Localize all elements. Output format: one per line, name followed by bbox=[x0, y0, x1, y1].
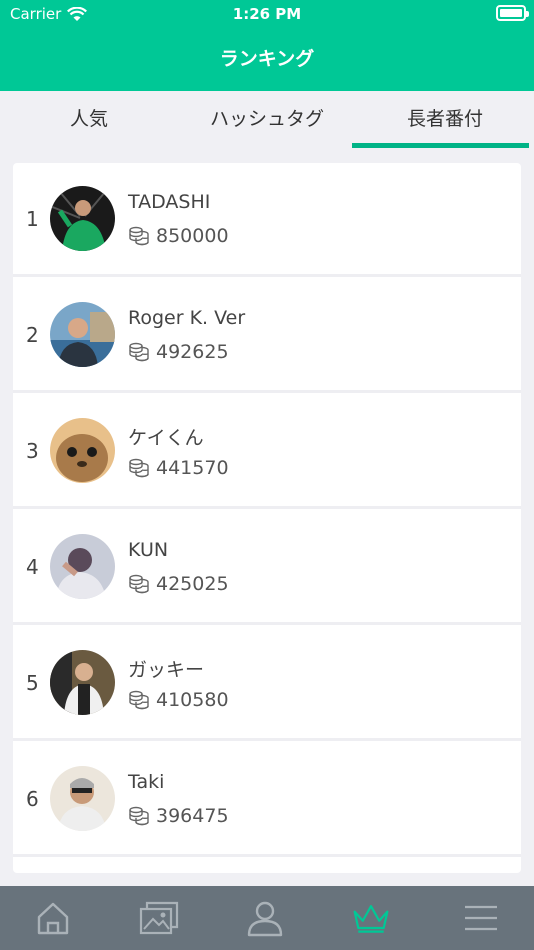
coins-icon bbox=[129, 342, 149, 362]
coin-value: 492625 bbox=[156, 341, 229, 363]
avatar bbox=[50, 534, 115, 599]
coin-count: 396475 bbox=[128, 805, 229, 827]
coin-count: 425025 bbox=[128, 573, 229, 595]
coin-count: 492625 bbox=[128, 341, 229, 363]
tab-hashtag[interactable]: ハッシュタグ bbox=[178, 91, 356, 148]
rank-number: 5 bbox=[26, 671, 39, 695]
crown-icon bbox=[353, 905, 389, 933]
user-name: TADASHI bbox=[128, 191, 211, 213]
coin-value: 425025 bbox=[156, 573, 229, 595]
ranking-list: 1 TADASHI 850000 2 Roger K. Ver 492625 3… bbox=[13, 163, 521, 873]
avatar bbox=[50, 766, 115, 831]
user-name: KUN bbox=[128, 539, 169, 561]
avatar bbox=[50, 186, 115, 251]
coin-count: 441570 bbox=[128, 457, 229, 479]
user-name: ガッキー bbox=[128, 659, 205, 681]
rank-number: 6 bbox=[26, 787, 39, 811]
coins-icon bbox=[129, 690, 149, 710]
user-name: Taki bbox=[128, 771, 165, 793]
coins-icon bbox=[129, 226, 149, 246]
status-bar: Carrier 1:26 PM bbox=[0, 0, 534, 28]
coin-value: 410580 bbox=[156, 689, 229, 711]
tab-ranking[interactable] bbox=[318, 896, 424, 940]
user-name: ケイくん bbox=[128, 427, 204, 449]
tab-rich-list[interactable]: 長者番付 bbox=[356, 91, 534, 148]
page-title: ランキング bbox=[219, 48, 315, 70]
coin-value: 396475 bbox=[156, 805, 229, 827]
rank-number: 1 bbox=[26, 207, 39, 231]
gallery-icon bbox=[139, 901, 179, 935]
rank-number: 4 bbox=[26, 555, 39, 579]
rank-number: 3 bbox=[26, 439, 39, 463]
battery-icon bbox=[496, 5, 529, 21]
ranking-row[interactable]: 4 KUN 425025 bbox=[13, 511, 521, 625]
avatar bbox=[50, 418, 115, 483]
coin-count: 850000 bbox=[128, 225, 229, 247]
avatar bbox=[50, 302, 115, 367]
segment-tabs: 人気 ハッシュタグ 長者番付 bbox=[0, 91, 534, 148]
avatar bbox=[50, 650, 115, 715]
menu-icon bbox=[465, 905, 497, 931]
coin-value: 850000 bbox=[156, 225, 229, 247]
coins-icon bbox=[129, 458, 149, 478]
tab-popular[interactable]: 人気 bbox=[0, 91, 178, 148]
rank-number: 2 bbox=[26, 323, 39, 347]
ranking-row[interactable]: 6 Taki 396475 bbox=[13, 743, 521, 857]
tab-gallery[interactable] bbox=[106, 896, 212, 940]
bottom-tab-bar bbox=[0, 886, 534, 950]
home-icon bbox=[37, 902, 69, 935]
tab-profile[interactable] bbox=[212, 896, 318, 940]
status-time: 1:26 PM bbox=[232, 5, 302, 23]
tab-home[interactable] bbox=[0, 896, 106, 940]
app-header: Carrier 1:26 PM ランキング bbox=[0, 0, 534, 91]
user-name: Roger K. Ver bbox=[128, 307, 246, 329]
profile-icon bbox=[247, 901, 283, 937]
ranking-row[interactable]: 1 TADASHI 850000 bbox=[13, 163, 521, 277]
coins-icon bbox=[129, 574, 149, 594]
tab-selected-indicator bbox=[352, 143, 529, 148]
ranking-row[interactable]: 3 ケイくん 441570 bbox=[13, 395, 521, 509]
coin-count: 410580 bbox=[128, 689, 229, 711]
ranking-row[interactable]: 5 ガッキー 410580 bbox=[13, 627, 521, 741]
coin-value: 441570 bbox=[156, 457, 229, 479]
ranking-row[interactable]: 2 Roger K. Ver 492625 bbox=[13, 279, 521, 393]
tab-menu[interactable] bbox=[428, 896, 534, 940]
coins-icon bbox=[129, 806, 149, 826]
